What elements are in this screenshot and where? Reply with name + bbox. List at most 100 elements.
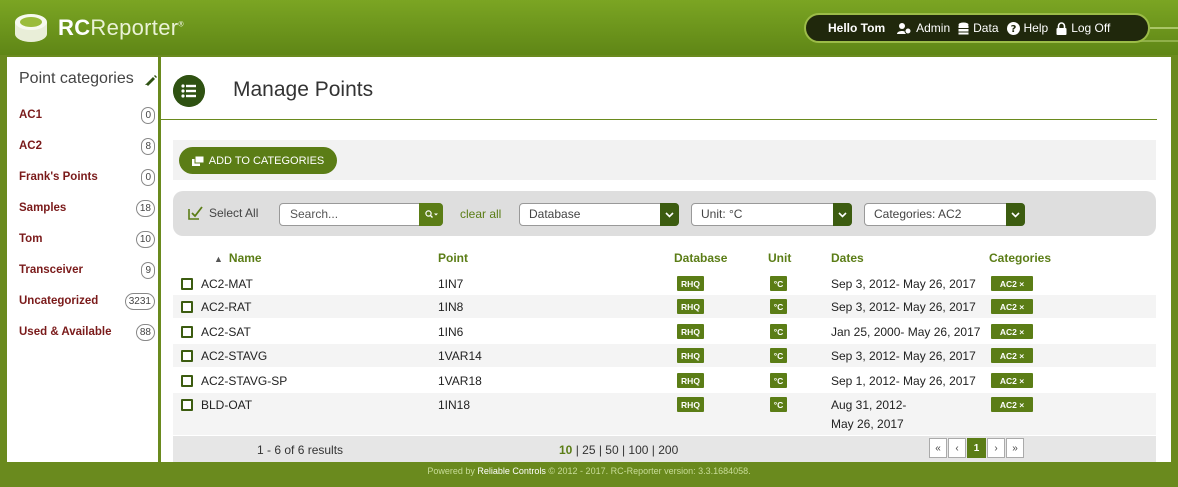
- count-badge: 9: [141, 261, 155, 279]
- app-logo: RCReporter®: [58, 15, 184, 40]
- pager: « ‹ 1 › »: [929, 438, 1025, 460]
- list-icon: [173, 75, 205, 107]
- row-checkbox[interactable]: [181, 326, 193, 338]
- sidebar-item-ac1[interactable]: AC1 0: [19, 104, 155, 126]
- logo-icon: [15, 14, 47, 42]
- date-range: Sep 3, 2012- May 26, 2017: [831, 300, 976, 314]
- action-bar: ADD TO CATEGORIES: [173, 140, 1156, 180]
- current-page-button[interactable]: 1: [967, 438, 986, 458]
- folder-add-icon: [191, 155, 204, 166]
- database-icon: [958, 22, 969, 34]
- filter-bar: Select All Search... clear all Database …: [173, 191, 1156, 236]
- prev-page-button[interactable]: ‹: [948, 438, 966, 458]
- help-icon: ?: [1006, 21, 1020, 35]
- admin-link[interactable]: Admin: [897, 21, 950, 35]
- log-off-link[interactable]: Log Off: [1056, 21, 1110, 35]
- category-chip[interactable]: AC2 ×: [991, 373, 1033, 388]
- category-chip[interactable]: AC2 ×: [991, 397, 1033, 412]
- point-id: 1IN6: [438, 325, 464, 339]
- point-name: BLD-OAT: [201, 398, 253, 412]
- point-name: AC2-MAT: [201, 277, 253, 291]
- column-header-database[interactable]: Database: [674, 251, 727, 265]
- lock-icon: [1056, 21, 1067, 35]
- unit-select[interactable]: Unit: °C: [691, 203, 852, 226]
- first-page-button[interactable]: «: [929, 438, 947, 458]
- page-size-10[interactable]: 10: [559, 443, 572, 457]
- help-link[interactable]: ? Help: [1006, 21, 1048, 35]
- row-checkbox[interactable]: [181, 375, 193, 387]
- categories-select[interactable]: Categories: AC2: [864, 203, 1025, 226]
- sidebar-item-samples[interactable]: Samples 18: [19, 197, 155, 219]
- date-range: Sep 3, 2012- May 26, 2017: [831, 349, 976, 363]
- pencil-icon[interactable]: [144, 73, 157, 86]
- category-chip[interactable]: AC2 ×: [991, 276, 1033, 291]
- admin-icon: [897, 22, 912, 34]
- divider: [161, 119, 1157, 120]
- point-id: 1IN8: [438, 300, 464, 314]
- column-header-point[interactable]: Point: [438, 251, 468, 265]
- next-page-button[interactable]: ›: [987, 438, 1005, 458]
- table-row[interactable]: AC2-SAT 1IN6 RHQ °C Jan 25, 2000- May 26…: [173, 320, 1156, 343]
- database-tag: RHQ: [677, 348, 704, 363]
- select-all-button[interactable]: Select All: [187, 205, 258, 221]
- column-header-categories[interactable]: Categories: [989, 251, 1051, 265]
- clear-all-link[interactable]: clear all: [460, 207, 501, 221]
- search-button[interactable]: [419, 203, 443, 226]
- count-badge: 0: [141, 106, 155, 124]
- row-checkbox[interactable]: [181, 278, 193, 290]
- table-row[interactable]: AC2-MAT 1IN7 RHQ °C Sep 3, 2012- May 26,…: [173, 272, 1156, 295]
- sidebar-item-franks-points[interactable]: Frank's Points 0: [19, 166, 155, 188]
- database-select[interactable]: Database: [519, 203, 679, 226]
- point-id: 1VAR14: [438, 349, 482, 363]
- database-tag: RHQ: [677, 373, 704, 388]
- date-range-end: May 26, 2017: [831, 417, 904, 431]
- main-panel: Manage Points ADD TO CATEGORIES Select A…: [161, 57, 1171, 462]
- table-row[interactable]: AC2-STAVG 1VAR14 RHQ °C Sep 3, 2012- May…: [173, 344, 1156, 367]
- point-name: AC2-SAT: [201, 325, 251, 339]
- unit-tag: °C: [770, 373, 787, 388]
- category-chip[interactable]: AC2 ×: [991, 324, 1033, 339]
- unit-tag: °C: [770, 348, 787, 363]
- sidebar-item-transceiver[interactable]: Transceiver 9: [19, 259, 155, 281]
- page-title: Manage Points: [233, 78, 374, 101]
- database-tag: RHQ: [677, 276, 704, 291]
- point-name: AC2-STAVG-SP: [201, 374, 288, 388]
- unit-tag: °C: [770, 397, 787, 412]
- sort-ascending-icon: ▲: [214, 254, 223, 264]
- svg-text:?: ?: [1010, 24, 1016, 35]
- last-page-button[interactable]: »: [1006, 438, 1024, 458]
- chevron-down-icon: [660, 203, 679, 226]
- page-size-options[interactable]: 10 | 25 | 50 | 100 | 200: [559, 443, 678, 457]
- sidebar-item-ac2[interactable]: AC2 8: [19, 135, 155, 157]
- count-badge: 0: [141, 168, 155, 186]
- category-chip[interactable]: AC2 ×: [991, 299, 1033, 314]
- sidebar-item-uncategorized[interactable]: Uncategorized 3231: [19, 290, 155, 312]
- database-tag: RHQ: [677, 324, 704, 339]
- top-bar: RCReporter® Hello Tom Admin Data ? Help …: [0, 0, 1178, 55]
- point-name: AC2-STAVG: [201, 349, 268, 363]
- category-chip[interactable]: AC2 ×: [991, 348, 1033, 363]
- footer-text: Powered by Reliable Controls © 2012 - 20…: [427, 466, 751, 476]
- sidebar-item-tom[interactable]: Tom 10: [19, 228, 155, 250]
- point-id: 1VAR18: [438, 374, 482, 388]
- unit-tag: °C: [770, 324, 787, 339]
- column-header-name[interactable]: ▲ Name: [214, 251, 262, 265]
- results-count: 1 - 6 of 6 results: [257, 443, 344, 457]
- add-to-categories-button[interactable]: ADD TO CATEGORIES: [179, 147, 337, 174]
- table-row[interactable]: AC2-RAT 1IN8 RHQ °C Sep 3, 2012- May 26,…: [173, 295, 1156, 318]
- table-row[interactable]: AC2-STAVG-SP 1VAR18 RHQ °C Sep 1, 2012- …: [173, 369, 1156, 392]
- data-link[interactable]: Data: [958, 21, 999, 35]
- row-checkbox[interactable]: [181, 399, 193, 411]
- date-range: Sep 1, 2012- May 26, 2017: [831, 374, 976, 388]
- count-badge: 10: [135, 230, 155, 248]
- row-checkbox[interactable]: [181, 301, 193, 313]
- table-row[interactable]: BLD-OAT 1IN18 RHQ °C Aug 31, 2012- May 2…: [173, 393, 1156, 435]
- date-range: Jan 25, 2000- May 26, 2017: [831, 325, 981, 339]
- decorative-line: [1150, 27, 1178, 29]
- chevron-down-icon: [833, 203, 852, 226]
- sidebar-item-used-available[interactable]: Used & Available 88: [19, 321, 155, 343]
- column-header-dates[interactable]: Dates: [831, 251, 864, 265]
- row-checkbox[interactable]: [181, 350, 193, 362]
- column-header-unit[interactable]: Unit: [768, 251, 791, 265]
- company-link[interactable]: Reliable Controls: [477, 466, 546, 476]
